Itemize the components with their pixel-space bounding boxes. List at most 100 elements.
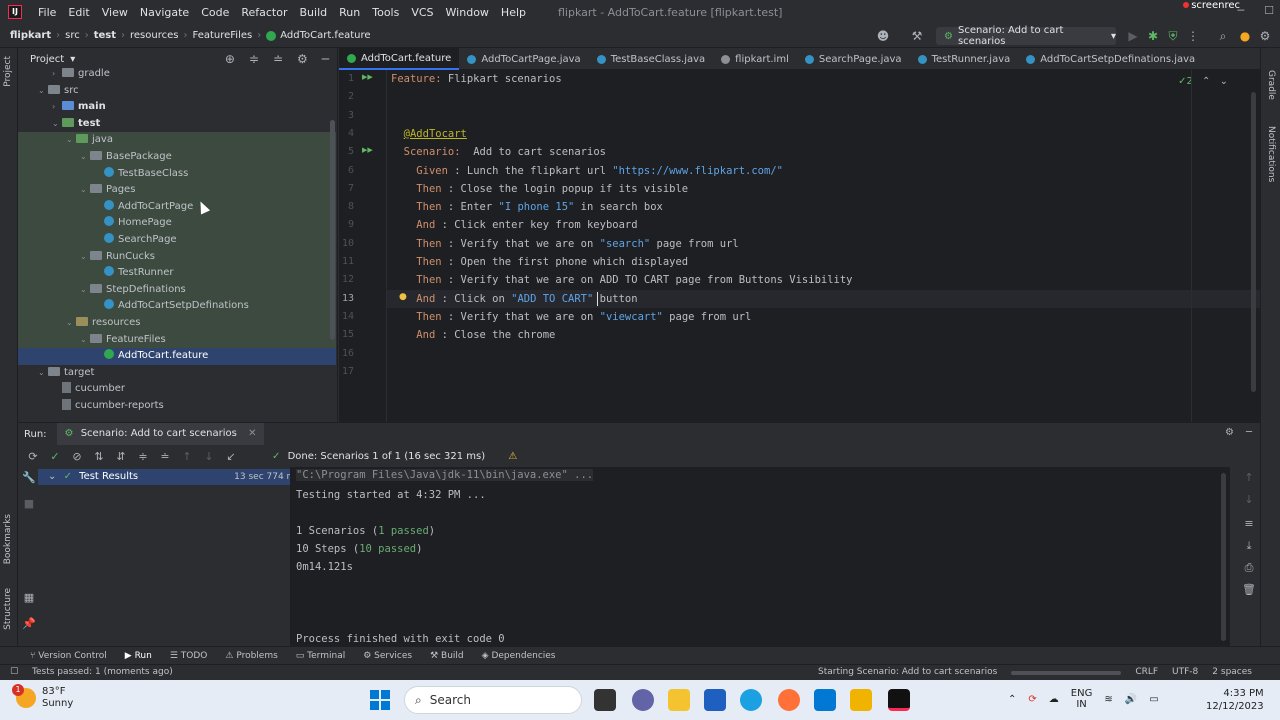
menu-navigate[interactable]: Navigate [134, 6, 195, 19]
menu-edit[interactable]: Edit [62, 6, 95, 19]
tree-item[interactable]: › main [18, 99, 336, 116]
tree-item[interactable]: ⌄ test [18, 116, 336, 133]
code-line[interactable]: Feature: Flipkart scenarios [391, 70, 562, 88]
chevron-down-icon[interactable]: ⌄ [38, 83, 48, 100]
tree-item[interactable]: TestRunner [18, 265, 336, 282]
chevron-down-icon[interactable]: ⌄ [1220, 76, 1228, 87]
previous-test-icon[interactable]: ↑ [176, 450, 198, 463]
clock[interactable]: 4:33 PM 12/12/2023 [1206, 687, 1264, 713]
chevron-down-icon[interactable]: ⌄ [80, 282, 90, 299]
code-line[interactable]: @AddTocart [391, 125, 467, 143]
export-icon[interactable]: ↙ [220, 450, 242, 463]
line-separator[interactable]: CRLF [1135, 667, 1158, 677]
bottom-tab-problems[interactable]: ⚠ Problems [225, 651, 277, 661]
editor-tab[interactable]: TestBaseClass.java [589, 48, 713, 70]
run-tab[interactable]: ⚙ Scenario: Add to cart scenarios ✕ [56, 423, 265, 445]
breadcrumb-item[interactable]: src [65, 30, 80, 41]
battery-icon[interactable]: ▭ [1149, 694, 1158, 705]
tree-item[interactable]: ⌄ FeatureFiles [18, 331, 336, 349]
menu-file[interactable]: File [32, 6, 62, 19]
code-line[interactable]: Then : Close the login popup if its visi… [391, 180, 688, 198]
project-tool-button[interactable]: Project [3, 56, 13, 87]
chevron-down-icon[interactable]: ⌄ [66, 132, 76, 149]
chevron-down-icon[interactable]: ⌄ [80, 249, 90, 266]
project-panel-title[interactable]: Project [30, 54, 64, 65]
tree-item[interactable]: ⌄ target [18, 365, 336, 382]
code-line[interactable]: Then : Verify that we are on "viewcart" … [391, 308, 751, 326]
menu-view[interactable]: View [96, 6, 134, 19]
code-line[interactable]: Then : Enter "I phone 15" in search box [391, 198, 663, 216]
close-icon[interactable]: ✕ [248, 428, 256, 439]
editor-tab[interactable]: TestRunner.java [910, 48, 1019, 70]
code-line[interactable]: And : Close the chrome [391, 326, 555, 344]
menu-tools[interactable]: Tools [366, 6, 405, 19]
stop-icon[interactable]: ■ [18, 497, 40, 510]
code-line[interactable]: Given : Lunch the flipkart url "https://… [391, 162, 783, 180]
task-view-icon[interactable] [594, 689, 616, 711]
security-shield-icon[interactable] [850, 689, 872, 711]
chevron-up-icon[interactable]: ⌃ [1202, 76, 1210, 87]
menu-help[interactable]: Help [495, 6, 532, 19]
bottom-tab-services[interactable]: ⚙ Services [363, 651, 412, 661]
tree-item[interactable]: ⌄ Pages [18, 182, 336, 199]
scroll-up-icon[interactable]: ↑ [1238, 471, 1260, 484]
menu-refactor[interactable]: Refactor [235, 6, 293, 19]
show-ignored-icon[interactable]: ⊘ [66, 450, 88, 463]
windows-start-icon[interactable] [370, 690, 390, 710]
store-icon[interactable] [704, 689, 726, 711]
sort-duration-icon[interactable]: ⇵ [110, 450, 132, 463]
weather-widget[interactable]: 1 83°F Sunny [12, 684, 73, 710]
expand-all-icon[interactable]: ≑ [132, 450, 154, 463]
search-everywhere-icon[interactable]: ⌕ [1216, 29, 1230, 43]
tree-item[interactable]: AddToCart.feature [18, 348, 336, 365]
chevron-down-icon[interactable]: ⌄ [80, 332, 90, 349]
file-explorer-icon[interactable] [668, 689, 690, 711]
menu-code[interactable]: Code [195, 6, 235, 19]
tree-item[interactable]: AddToCartPage [18, 198, 336, 216]
chevron-down-icon[interactable]: ⌄ [80, 149, 90, 166]
tree-item[interactable]: cucumber-reports [18, 398, 336, 415]
problems-indicator[interactable]: ✓2 ⌃ ⌄ [1178, 76, 1228, 87]
chevron-down-icon[interactable]: ⌄ [66, 315, 76, 332]
chevron-down-icon[interactable]: ⌄ [80, 182, 90, 199]
layout-toggle-icon[interactable]: ▢ [10, 666, 19, 676]
menu-vcs[interactable]: VCS [405, 6, 439, 19]
minimize-icon[interactable]: ─ [1238, 4, 1245, 17]
bottom-tab-version-control[interactable]: ⑂ Version Control [30, 651, 107, 661]
chevron-down-icon[interactable]: ▾ [70, 54, 75, 65]
scroll-down-icon[interactable]: ↓ [1238, 493, 1260, 506]
options-gear-icon[interactable]: ⚙ [297, 52, 308, 66]
editor-tab[interactable]: flipkart.iml [713, 48, 797, 70]
structure-tool-button[interactable]: Structure [3, 588, 13, 630]
breadcrumb-item[interactable]: FeatureFiles [192, 30, 252, 41]
layout-icon[interactable]: ▦ [18, 591, 40, 604]
hide-icon[interactable]: ─ [1246, 427, 1252, 438]
expand-all-icon[interactable]: ≑ [249, 52, 259, 66]
collapse-all-icon[interactable]: ≐ [273, 52, 283, 66]
breadcrumb-item[interactable]: flipkart [10, 30, 51, 41]
tree-item[interactable]: ⌄ StepDefinations [18, 281, 336, 299]
show-passed-icon[interactable]: ✓ [44, 450, 66, 463]
menu-build[interactable]: Build [294, 6, 334, 19]
tree-item[interactable]: ⌄ resources [18, 315, 336, 332]
indent-setting[interactable]: 2 spaces [1212, 667, 1252, 677]
hide-icon[interactable]: ─ [322, 52, 329, 66]
editor-tab[interactable]: AddToCart.feature [339, 48, 460, 70]
tree-item[interactable]: SearchPage [18, 232, 336, 249]
coverage-icon[interactable]: ⛨ [1166, 29, 1180, 43]
notifications-tool-button[interactable]: Notifications [1266, 126, 1276, 182]
tree-item[interactable]: ⌄ RunCucks [18, 248, 336, 266]
edge-icon[interactable] [740, 689, 762, 711]
breadcrumb-item[interactable]: AddToCart.feature [280, 30, 370, 41]
bottom-tab-run[interactable]: ▶ Run [125, 651, 152, 661]
language-indicator[interactable]: ENG IN [1071, 688, 1093, 710]
editor-tab[interactable]: AddToCartSetpDefinations.java [1018, 48, 1203, 70]
soft-wrap-icon[interactable]: ≡ [1238, 517, 1260, 530]
code-line[interactable]: Then : Open the first phone which displa… [391, 253, 688, 271]
code-line[interactable]: Then : Verify that we are on "search" pa… [391, 235, 738, 253]
bottom-tab-dependencies[interactable]: ◈ Dependencies [482, 651, 556, 661]
user-icon[interactable]: ☻ [876, 29, 890, 43]
status-message[interactable]: Tests passed: 1 (moments ago) [32, 667, 173, 677]
chevron-up-icon[interactable]: ⌃ [1008, 694, 1016, 705]
debug-icon[interactable]: ✱ [1146, 29, 1160, 43]
